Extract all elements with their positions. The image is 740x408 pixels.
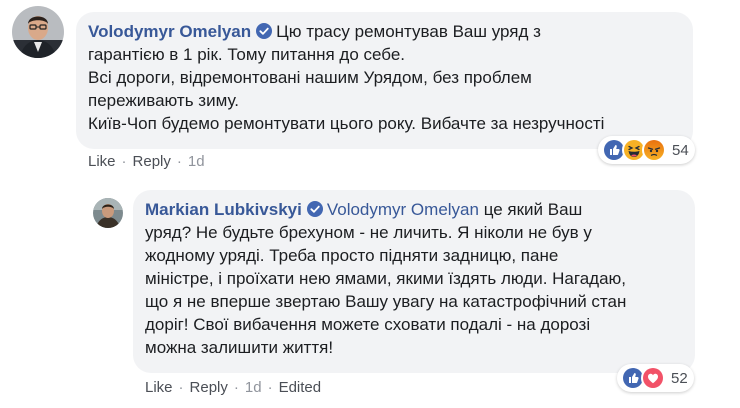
comment-text: Цю трасу ремонтував Ваш уряд з bbox=[276, 22, 541, 41]
verified-badge-icon bbox=[306, 201, 323, 217]
comment-text: міністре, і проїхати нею ямами, якими їз… bbox=[145, 269, 626, 288]
comment-line: Markian Lubkivskyi Volodymyr Omelyan це я… bbox=[145, 198, 693, 221]
reaction-count[interactable]: 54 bbox=[672, 142, 689, 159]
comment-line: Volodymyr Omelyan Цю трасу ремонтував Ваш… bbox=[88, 20, 688, 43]
separator-dot: · bbox=[233, 379, 239, 396]
comment-text: це який Ваш bbox=[478, 200, 583, 219]
comment-text: Всі дороги, відремонтовані нашим Урядом,… bbox=[88, 68, 532, 87]
love-icon bbox=[641, 366, 665, 390]
author-name[interactable]: Markian Lubkivskyi bbox=[145, 200, 302, 219]
comment-text: уряд? Не будьте брехуном - не личить. Я … bbox=[145, 223, 592, 242]
separator-dot: · bbox=[178, 379, 184, 396]
comment-text: переживають зиму. bbox=[88, 91, 239, 110]
comment-bubble: Volodymyr Omelyan Цю трасу ремонтував Ваш… bbox=[76, 12, 693, 149]
avatar[interactable] bbox=[12, 6, 64, 58]
comment-text: можна залишити життя! bbox=[145, 338, 334, 357]
reaction-count[interactable]: 52 bbox=[671, 370, 688, 387]
like-link[interactable]: Like bbox=[88, 153, 116, 170]
comment-text: гарантією в 1 рік. Тому питання до себе. bbox=[88, 45, 405, 64]
angry-icon bbox=[642, 138, 666, 162]
reactions-summary[interactable]: 52 bbox=[617, 364, 694, 392]
comment-bubble: Markian Lubkivskyi Volodymyr Omelyan це я… bbox=[133, 190, 695, 373]
edited-link[interactable]: Edited bbox=[279, 379, 322, 396]
author-name[interactable]: Volodymyr Omelyan bbox=[88, 22, 251, 41]
comment-actions: Like · Reply · 1d · Edited bbox=[145, 379, 321, 396]
reactions-summary[interactable]: 54 bbox=[598, 136, 695, 164]
like-link[interactable]: Like bbox=[145, 379, 173, 396]
separator-dot: · bbox=[267, 379, 273, 396]
comment-text: жодному уряді. Треба просто підняти задн… bbox=[145, 246, 559, 265]
avatar[interactable] bbox=[93, 198, 123, 228]
comment-actions: Like · Reply · 1d bbox=[88, 153, 205, 170]
comment-text: Київ-Чоп будемо ремонтувати цього року. … bbox=[88, 114, 605, 133]
timestamp[interactable]: 1d bbox=[188, 153, 205, 170]
reply-link[interactable]: Reply bbox=[190, 379, 228, 396]
reply-link[interactable]: Reply bbox=[133, 153, 171, 170]
verified-badge-icon bbox=[256, 23, 273, 39]
separator-dot: · bbox=[121, 153, 127, 170]
separator-dot: · bbox=[176, 153, 182, 170]
comment-text: доріг! Свої вибачення можете сховати под… bbox=[145, 315, 591, 334]
comment-text: що я не вперше звертаю Вашу увагу на кат… bbox=[145, 292, 627, 311]
timestamp[interactable]: 1d bbox=[245, 379, 262, 396]
mention-link[interactable]: Volodymyr Omelyan bbox=[327, 200, 479, 219]
